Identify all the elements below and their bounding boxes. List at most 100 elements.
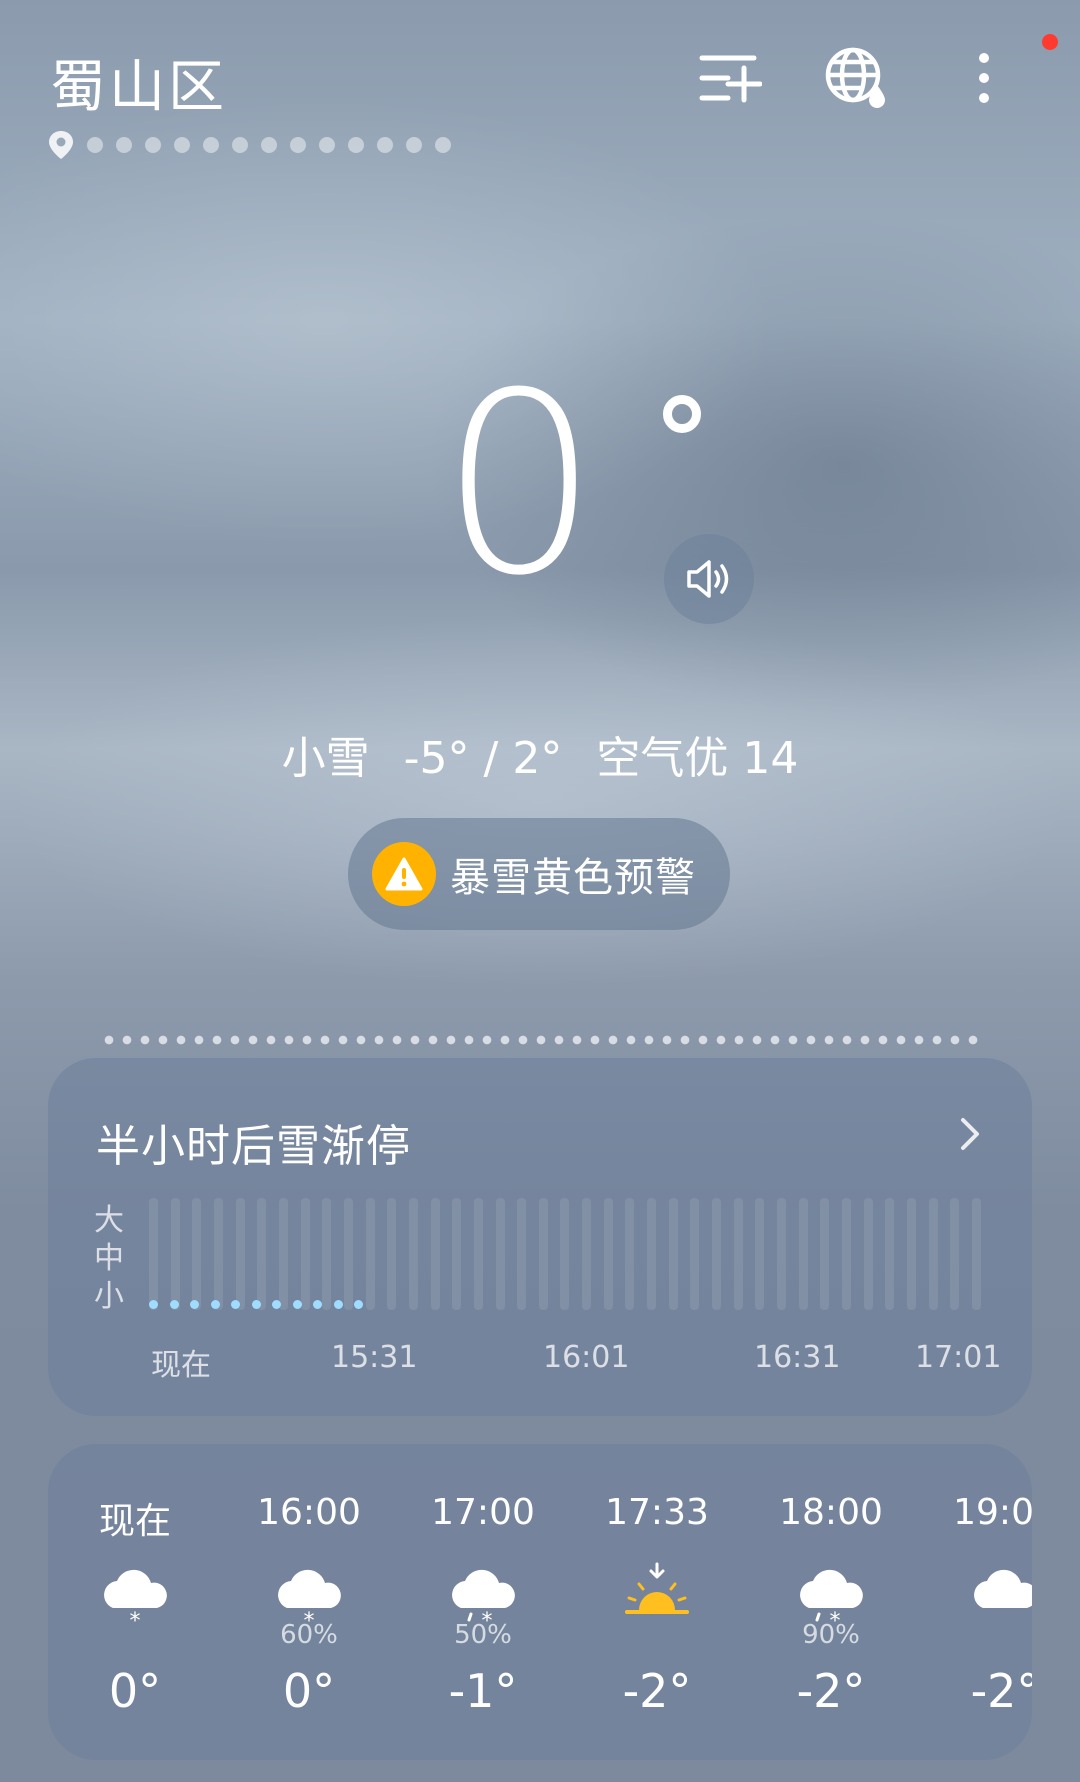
precip-level-dot: [292, 1300, 302, 1309]
warning-icon: [372, 842, 436, 906]
precip-probability: 50%: [454, 1620, 512, 1650]
precip-bar: [538, 1198, 548, 1310]
location-pin-icon: [49, 131, 73, 159]
page-dot: [87, 137, 103, 153]
page-dot: [145, 137, 161, 153]
time-label: 现在: [151, 1348, 211, 1383]
hour-time: 17:00: [431, 1492, 535, 1533]
precip-level-dot: [272, 1300, 281, 1309]
precip-bar: [950, 1198, 960, 1310]
precip-bar: [170, 1198, 180, 1310]
hour-item[interactable]: 17:00 * 50% -1°: [396, 1444, 570, 1760]
precipitation-card[interactable]: 半小时后雪渐停 大 中 小 现在 15:31 16:01 16:31 17:01: [48, 1058, 1032, 1416]
page-dot: [435, 137, 451, 153]
hour-temperature: -1°: [448, 1664, 518, 1718]
precip-bar: [257, 1198, 267, 1310]
current-temperature: 0: [440, 339, 600, 630]
precip-level-dot: [210, 1300, 220, 1309]
snow-cloud-icon: *: [95, 1560, 175, 1634]
precip-level-dot: [313, 1300, 322, 1309]
city-manage-button[interactable]: [692, 40, 768, 116]
precip-bar: [192, 1198, 202, 1310]
precip-bar: [495, 1198, 505, 1310]
precipitation-trace: [149, 1300, 363, 1309]
top-bar: 蜀山区: [0, 0, 1080, 170]
precip-bar: [517, 1198, 527, 1310]
hour-temperature: 0°: [282, 1664, 336, 1718]
precip-bar: [603, 1198, 613, 1310]
snow-ground-decoration: [100, 1033, 980, 1047]
time-label: 15:31: [331, 1340, 418, 1375]
hour-time: 现在: [98, 1501, 171, 1542]
sunset-icon: [617, 1560, 697, 1630]
precip-level-dot: [169, 1300, 179, 1309]
precip-level-dot: [354, 1300, 363, 1309]
precip-bar: [582, 1198, 592, 1310]
time-axis: 现在 15:31 16:01 16:31 17:01: [48, 1340, 1032, 1383]
page-indicator: [48, 130, 451, 160]
precip-bar: [473, 1198, 483, 1310]
precip-bar: [452, 1198, 462, 1310]
hour-time: 19:00: [953, 1492, 1032, 1533]
precip-bar: [408, 1198, 418, 1310]
precip-bar: [365, 1198, 375, 1310]
precip-bar: [343, 1198, 353, 1310]
precip-bar: [863, 1198, 873, 1310]
hourly-forecast-row[interactable]: 现在 * 0° 16:00 * 60% 0° 17:00 * 50% -1° 17:33 -2° 18:0…: [48, 1444, 1032, 1760]
time-label: 16:31: [754, 1340, 841, 1375]
precip-bar: [971, 1198, 981, 1310]
city-name[interactable]: 蜀山区: [50, 42, 227, 123]
precip-bar: [798, 1198, 808, 1310]
page-dot: [174, 137, 190, 153]
more-menu-button[interactable]: [946, 40, 1022, 116]
precip-bar: [278, 1198, 288, 1310]
air-quality[interactable]: 空气优 14: [596, 733, 798, 784]
hour-item[interactable]: 17:33 -2°: [570, 1444, 744, 1760]
precipitation-bars: [149, 1198, 981, 1310]
precip-bar: [149, 1198, 158, 1310]
hourly-forecast-card[interactable]: 现在 * 0° 16:00 * 60% 0° 17:00 * 50% -1° 17:33 -2° 18:0…: [48, 1444, 1032, 1760]
weather-alert-pill[interactable]: 暴雪黄色预警: [348, 818, 730, 930]
hour-time: 17:33: [605, 1492, 709, 1533]
hour-item[interactable]: 16:00 * 60% 0°: [222, 1444, 396, 1760]
chevron-right-icon: [961, 1118, 979, 1150]
precip-bar: [885, 1198, 895, 1310]
notification-dot: [1042, 34, 1058, 50]
page-dot: [377, 137, 393, 153]
page-dot: [348, 137, 364, 153]
precip-bar: [820, 1198, 830, 1310]
precip-probability: 60%: [280, 1620, 338, 1650]
page-dot: [319, 137, 335, 153]
voice-broadcast-button[interactable]: [664, 534, 754, 624]
hour-item[interactable]: 19:00 -2°: [918, 1444, 1032, 1760]
speaker-icon: [687, 560, 729, 598]
precip-bar: [560, 1198, 570, 1310]
hour-time: 18:00: [779, 1492, 883, 1533]
precip-bar: [755, 1198, 765, 1310]
weather-summary: 小雪 -5° / 2° 空气优 14: [0, 722, 1080, 786]
more-vertical-icon: [979, 53, 989, 103]
page-dot: [290, 137, 306, 153]
page-dot: [203, 137, 219, 153]
temp-range: -5° / 2°: [403, 733, 563, 784]
intensity-label-light: 小: [94, 1279, 124, 1314]
intensity-axis: 大 中 小: [94, 1202, 124, 1316]
precip-level-dot: [149, 1300, 158, 1309]
precip-bar: [625, 1198, 635, 1310]
precip-level-dot: [190, 1300, 199, 1309]
hour-item[interactable]: 现在 * 0°: [48, 1444, 222, 1760]
precip-bar: [777, 1198, 787, 1310]
global-weather-button[interactable]: [818, 40, 894, 116]
precipitation-title: 半小时后雪渐停: [96, 1121, 411, 1172]
svg-text:*: *: [130, 1609, 141, 1630]
precip-bar: [430, 1198, 440, 1310]
page-dot: [232, 137, 248, 153]
precip-bar: [235, 1198, 245, 1310]
hour-item[interactable]: 18:00 * 90% -2°: [744, 1444, 918, 1760]
precip-level-dot: [333, 1300, 343, 1309]
hour-temperature: -2°: [622, 1664, 692, 1718]
precip-bar: [647, 1198, 657, 1310]
precip-bar: [842, 1198, 851, 1310]
hour-temperature: -2°: [970, 1664, 1032, 1718]
time-label: 17:01: [915, 1340, 1002, 1375]
